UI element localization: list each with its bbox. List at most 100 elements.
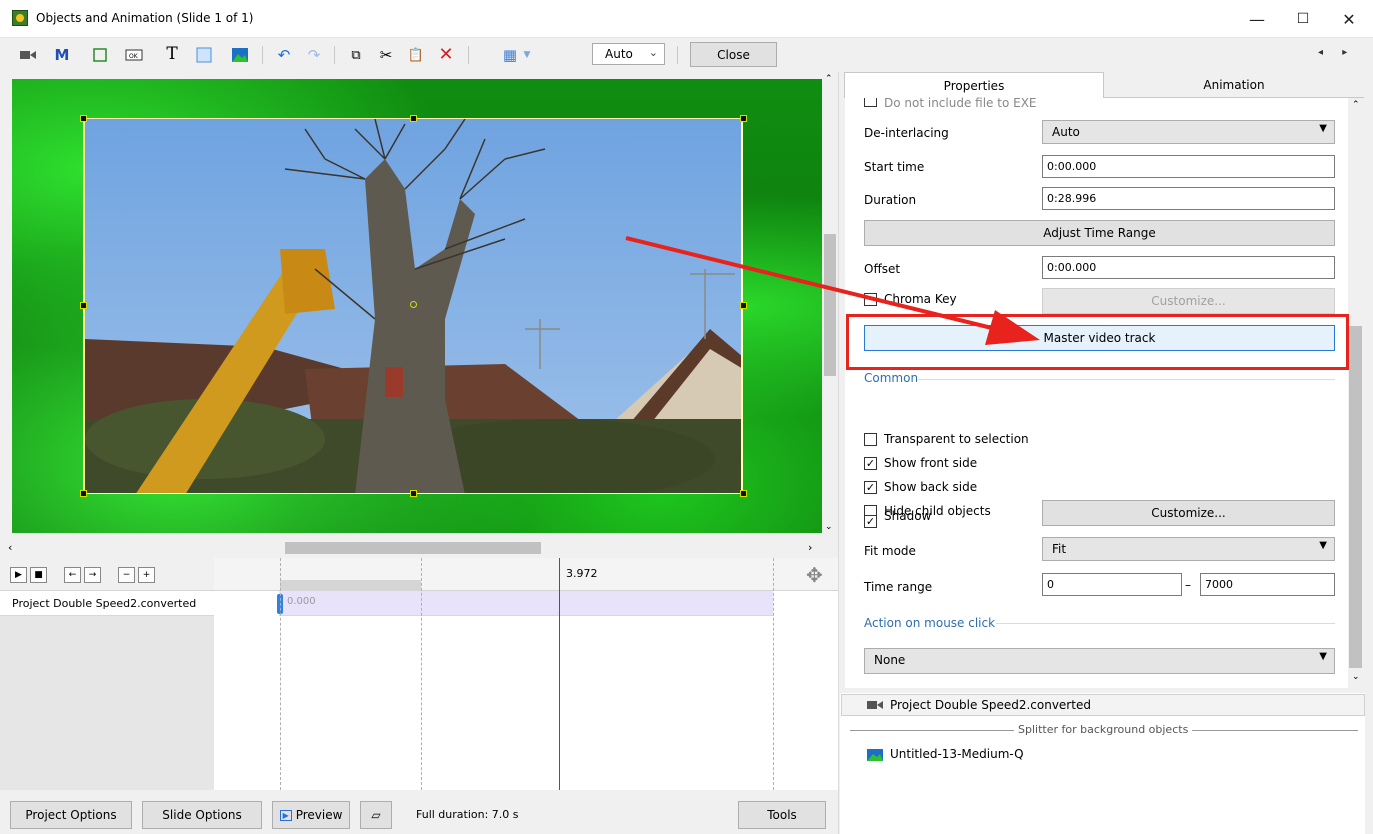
start-time-label: Start time <box>864 160 925 174</box>
show-front-checkbox[interactable]: ✓ <box>864 457 877 470</box>
chevron-down-icon: ⌄ <box>648 46 658 59</box>
chevron-up-icon[interactable]: ⌃ <box>1352 100 1360 110</box>
chevron-down-icon: ▼ <box>1319 540 1327 551</box>
move-icon[interactable]: ✥ <box>806 563 823 587</box>
step-back-button[interactable]: ← <box>64 567 81 583</box>
resize-handle-top-right[interactable] <box>740 115 747 122</box>
exclude-exe-checkbox[interactable] <box>864 98 877 107</box>
timeline-marker <box>280 558 281 790</box>
track-name[interactable]: Project Double Speed2.converted <box>0 591 214 616</box>
full-duration: Full duration: 7.0 s <box>416 808 519 821</box>
properties-scrollbar[interactable]: ⌃ ⌄ <box>1348 98 1364 688</box>
chevron-left-icon[interactable]: ‹ <box>8 541 12 554</box>
grid-button[interactable]: ▦ <box>498 44 522 66</box>
section-divider <box>918 379 1335 380</box>
resize-handle-top-left[interactable] <box>80 115 87 122</box>
grid-icon: ▦ <box>502 46 518 64</box>
resize-handle-bottom-right[interactable] <box>740 490 747 497</box>
chevron-right-icon[interactable]: › <box>808 541 812 554</box>
zoom-in-button[interactable]: + <box>138 567 155 583</box>
canvas-vertical-scrollbar[interactable]: ⌃ ⌄ <box>822 72 838 558</box>
duration-input[interactable]: 0:28.996 <box>1042 187 1335 210</box>
add-mask-button[interactable]: M <box>50 44 74 66</box>
grid-dropdown[interactable]: ▼ <box>520 44 534 66</box>
offset-label: Offset <box>864 262 901 276</box>
start-time-input[interactable]: 0:00.000 <box>1042 155 1335 178</box>
deinterlacing-label: De-interlacing <box>864 126 949 140</box>
shadow-checkbox[interactable]: ✓ <box>864 515 877 528</box>
slide-options-button[interactable]: Slide Options <box>142 801 262 829</box>
timeline-marker <box>773 558 774 790</box>
chevron-down-icon[interactable]: ⌄ <box>825 522 833 532</box>
center-handle[interactable] <box>410 301 417 308</box>
undo-button[interactable]: ↶ <box>272 44 296 66</box>
preview-button[interactable]: ▶ Preview <box>272 801 350 829</box>
copy-icon: ⧉ <box>351 47 361 63</box>
add-button-object[interactable]: OK <box>122 44 146 66</box>
tab-properties[interactable]: Properties <box>844 72 1104 98</box>
resize-handle-bottom-left[interactable] <box>80 490 87 497</box>
deinterlacing-select[interactable]: Auto ▼ <box>1042 120 1335 144</box>
chevron-down-icon: ▼ <box>1319 123 1327 134</box>
maximize-button[interactable]: ☐ <box>1280 0 1326 38</box>
copy-button[interactable]: ⧉ <box>344 44 368 66</box>
play-button[interactable]: ▶ <box>10 567 27 583</box>
ok-button-icon: OK <box>125 49 143 61</box>
delete-button[interactable]: ✕ <box>434 43 458 65</box>
close-button[interactable]: Close <box>690 42 777 67</box>
add-rectangle-button[interactable] <box>192 44 216 66</box>
canvas-horizontal-scrollbar[interactable]: ‹ › <box>0 540 822 557</box>
add-video-button[interactable] <box>16 44 40 66</box>
cut-button[interactable]: ✂ <box>374 44 398 66</box>
step-forward-button[interactable]: → <box>84 567 101 583</box>
time-range-to-input[interactable]: 7000 <box>1200 573 1335 596</box>
fit-mode-select[interactable]: Fit ▼ <box>1042 537 1335 561</box>
time-range-from-input[interactable]: 0 <box>1042 573 1182 596</box>
shadow-customize-button[interactable]: Customize... <box>1042 500 1335 526</box>
resize-handle-top[interactable] <box>410 115 417 122</box>
zoom-select[interactable]: Auto ⌄ <box>592 43 665 65</box>
scroll-thumb[interactable] <box>824 234 836 376</box>
transparent-checkbox[interactable] <box>864 433 877 446</box>
tab-animation[interactable]: Animation <box>1104 72 1364 98</box>
adjust-time-range-button[interactable]: Adjust Time Range <box>864 220 1335 246</box>
zoom-out-button[interactable]: − <box>118 567 135 583</box>
plus-icon: + <box>142 570 151 580</box>
toolbar-separator <box>468 46 469 64</box>
video-camera-icon <box>867 701 883 709</box>
redo-button[interactable]: ↷ <box>302 44 326 66</box>
tools-button[interactable]: Tools <box>738 801 826 829</box>
show-back-checkbox[interactable]: ✓ <box>864 481 877 494</box>
rectangle-icon <box>196 47 212 63</box>
mouse-action-select[interactable]: None ▼ <box>864 648 1335 674</box>
chevron-down-icon[interactable]: ⌄ <box>1352 672 1360 682</box>
resize-handle-bottom[interactable] <box>410 490 417 497</box>
chroma-customize-button[interactable]: Customize... <box>1042 288 1335 314</box>
track-clip[interactable] <box>279 591 773 616</box>
scroll-thumb[interactable] <box>285 542 541 554</box>
close-window-button[interactable]: ✕ <box>1326 0 1372 38</box>
chevron-up-icon[interactable]: ⌃ <box>825 74 833 84</box>
object-item-video-label: Project Double Speed2.converted <box>890 698 1091 712</box>
show-back-label: Show back side <box>884 480 978 494</box>
project-options-button[interactable]: Project Options <box>10 801 132 829</box>
add-frame-button[interactable] <box>88 44 112 66</box>
object-item-video[interactable]: Project Double Speed2.converted <box>841 694 1365 716</box>
offset-input[interactable]: 0:00.000 <box>1042 256 1335 279</box>
scroll-thumb[interactable] <box>1349 326 1362 668</box>
slide-list-button[interactable]: ▱ <box>360 801 392 829</box>
object-item-background[interactable]: Untitled-13-Medium-Q <box>890 747 1024 761</box>
transparent-label: Transparent to selection <box>884 432 1029 446</box>
resize-handle-left[interactable] <box>80 302 87 309</box>
add-image-button[interactable] <box>228 44 252 66</box>
minimize-button[interactable]: — <box>1234 0 1280 38</box>
clip-start-time: 0.000 <box>287 596 316 607</box>
panel-nav-arrows[interactable]: ◂ ▸ <box>1318 47 1355 58</box>
time-range-label: Time range <box>864 580 933 594</box>
resize-handle-right[interactable] <box>740 302 747 309</box>
add-text-button[interactable]: T <box>160 43 184 65</box>
paste-button[interactable]: 📋 <box>404 44 428 66</box>
playhead[interactable] <box>559 558 560 790</box>
chroma-key-checkbox[interactable] <box>864 293 877 306</box>
stop-button[interactable]: ■ <box>30 567 47 583</box>
